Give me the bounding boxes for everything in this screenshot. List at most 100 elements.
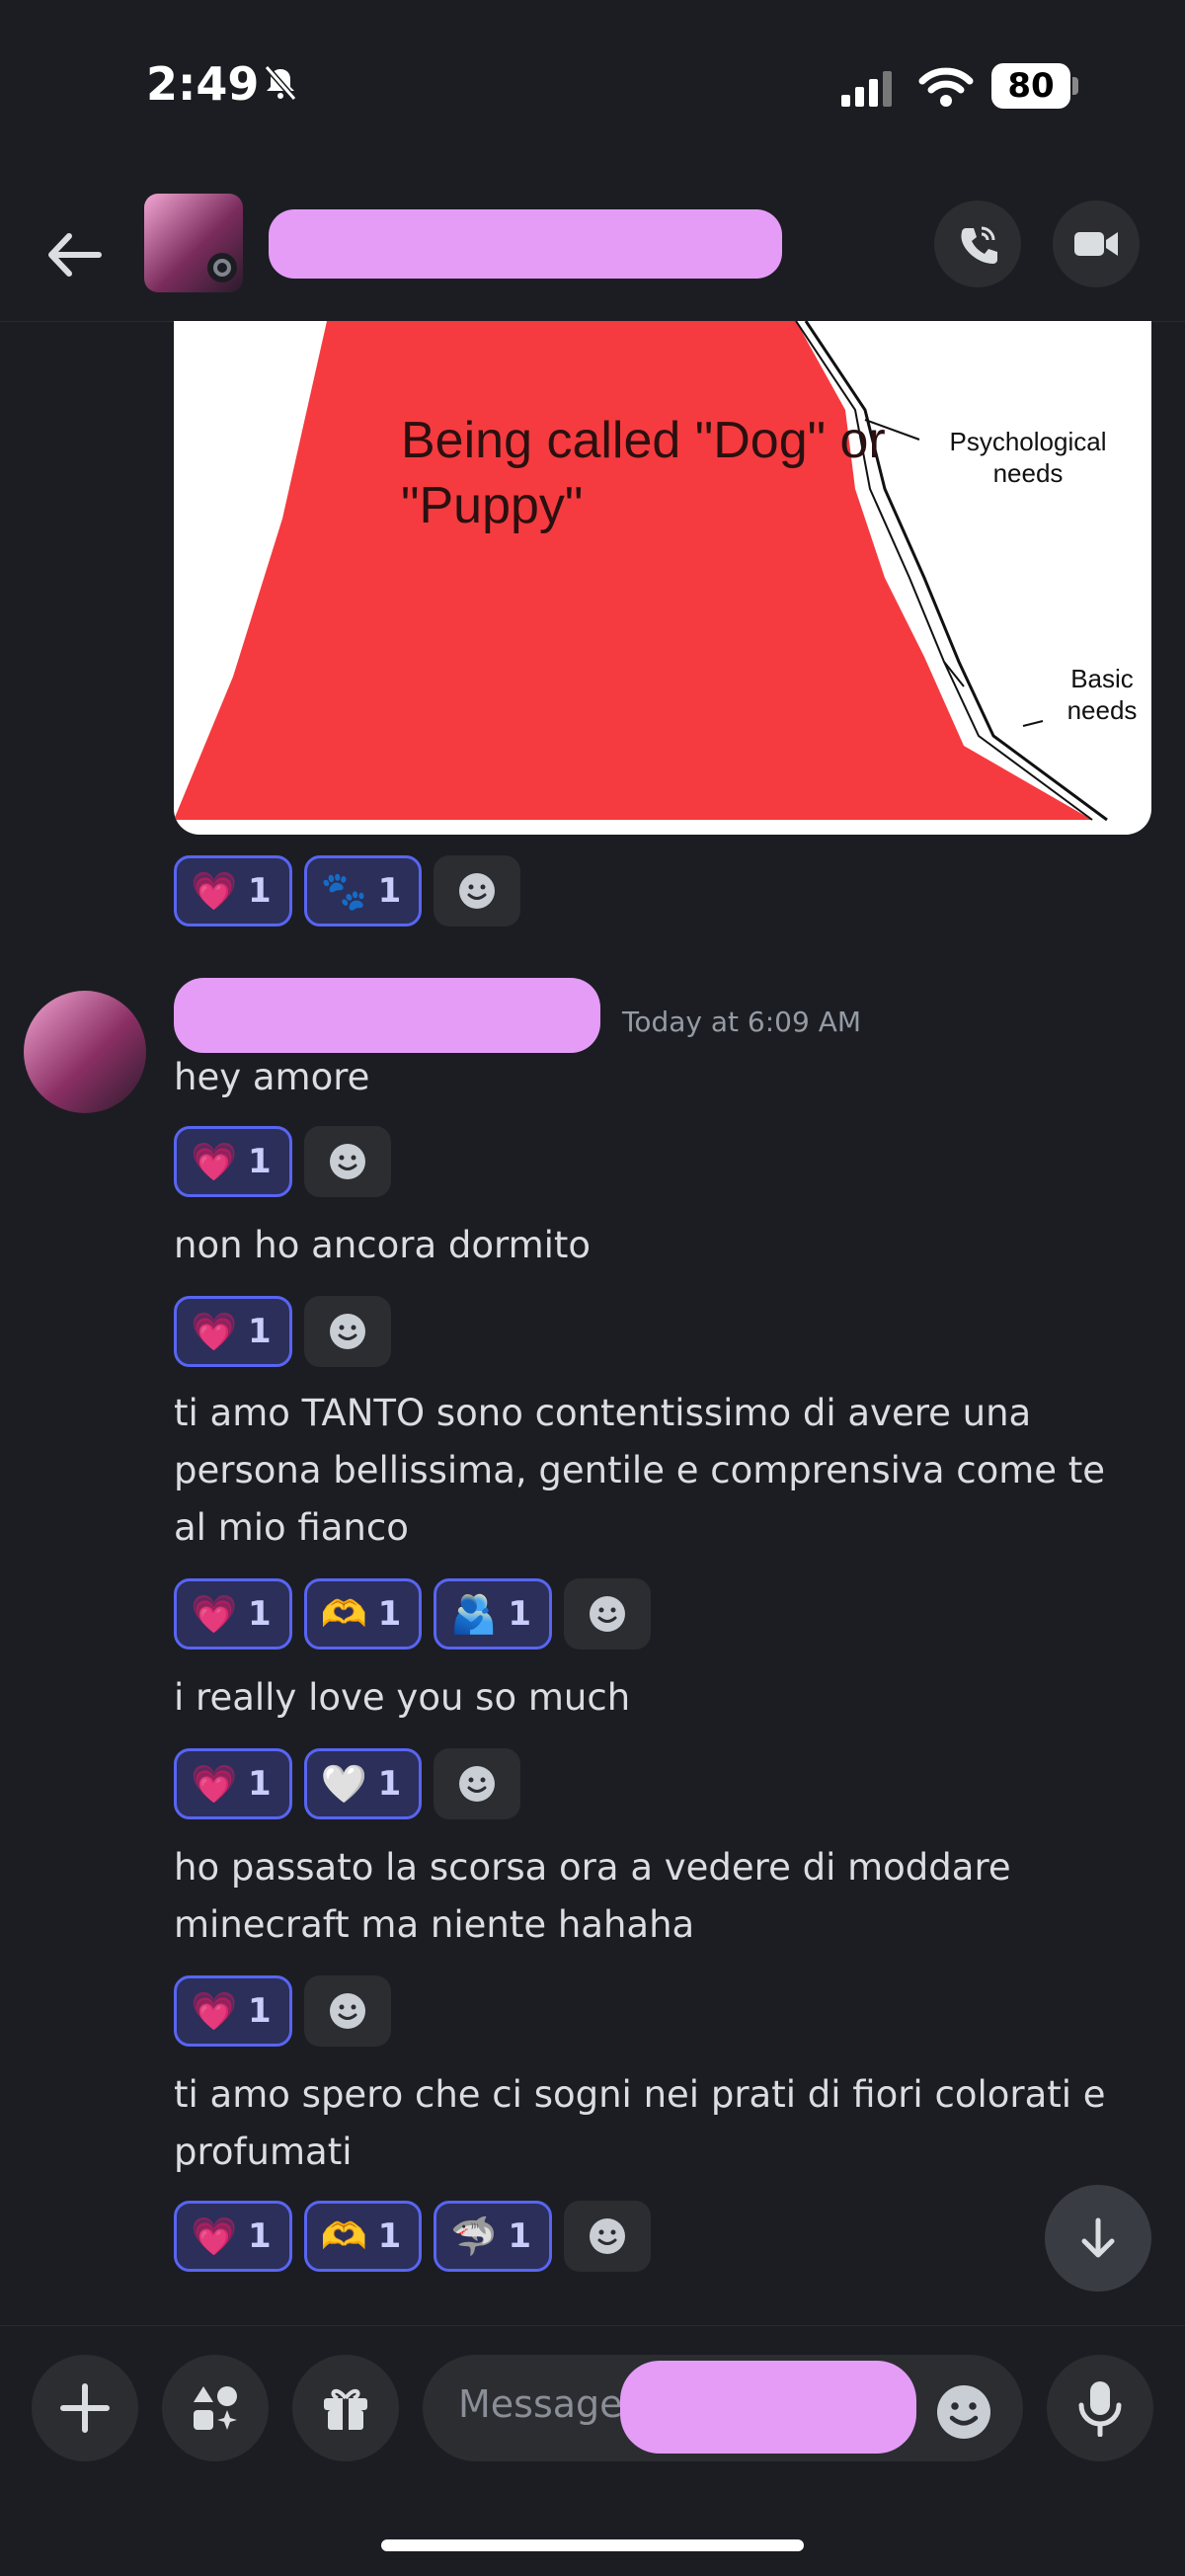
reaction-pill[interactable]: 💗 1 (174, 1578, 292, 1650)
author-avatar[interactable] (24, 991, 146, 1113)
meme-label-psychological: Psychological needs (949, 427, 1107, 488)
reaction-emoji: 🫶 (320, 2214, 367, 2258)
back-arrow-icon[interactable] (43, 230, 103, 280)
reaction-pill[interactable]: 💗 1 (174, 855, 292, 926)
message-text: i really love you so much (174, 1676, 631, 1719)
reaction-pill[interactable]: 🦈 1 (434, 2201, 553, 2272)
status-bar: 2:49 80 (0, 0, 1185, 173)
author-name-redacted[interactable] (174, 978, 600, 1053)
placeholder-recipient-redacted (620, 2361, 916, 2454)
message-timestamp: Today at 6:09 AM (622, 1006, 862, 1038)
voice-call-button[interactable] (934, 201, 1021, 287)
reaction-pill[interactable]: 🐾 1 (303, 855, 423, 926)
add-reaction-button[interactable] (564, 1578, 652, 1650)
reaction-emoji: 💗 (191, 1761, 238, 1806)
reaction-emoji: 🫶 (320, 1591, 367, 1636)
smiley-icon (590, 1596, 626, 1632)
reaction-bar: 💗 1 (174, 1975, 391, 2047)
microphone-icon (1078, 2381, 1122, 2437)
message-text: ho passato la scorsa ora a vedere di mod… (174, 1846, 1011, 1946)
reaction-pill[interactable]: 🫶 1 (303, 2201, 423, 2272)
reaction-bar: 💗 1 🤍 1 (174, 1748, 521, 1819)
reaction-count: 1 (377, 1764, 402, 1804)
add-reaction-button[interactable] (564, 2201, 652, 2272)
emoji-picker-button[interactable] (934, 2382, 993, 2442)
smiley-icon (329, 1144, 365, 1179)
add-reaction-button[interactable] (434, 1748, 521, 1819)
reaction-count: 1 (377, 2216, 402, 2256)
wifi-icon (918, 67, 974, 107)
reaction-pill[interactable]: 💗 1 (174, 1126, 292, 1197)
reaction-count: 1 (248, 1764, 272, 1804)
reaction-pill[interactable]: 💗 1 (174, 1975, 292, 2047)
arrow-down-icon (1081, 2217, 1115, 2258)
smiley-icon (937, 2385, 990, 2439)
message-text: ti amo spero che ci sogni nei prati di f… (174, 2073, 1106, 2173)
jump-to-latest-button[interactable] (1045, 2185, 1151, 2292)
smiley-icon (459, 1766, 496, 1802)
reaction-bar: 💗 1 🫶 1 🫂 1 (174, 1578, 652, 1650)
message-text: ti amo TANTO sono contentissimo di avere… (174, 1392, 1106, 1549)
message-text: hey amore (174, 1056, 370, 1098)
meme-caption: Being called "Dog" or "Puppy" (401, 412, 886, 534)
smiley-icon (459, 873, 496, 909)
gift-icon (324, 2388, 367, 2430)
smiley-icon (590, 2218, 626, 2254)
reaction-emoji: 💗 (191, 2214, 238, 2258)
reaction-emoji: 💗 (191, 868, 238, 913)
pyramid-graphic (174, 321, 1108, 822)
reaction-bar: 💗 1 🫶 1 🦈 1 (174, 2201, 652, 2272)
battery-tip (1072, 77, 1078, 95)
reaction-pill[interactable]: 💗 1 (174, 2201, 292, 2272)
reaction-pill[interactable]: 🤍 1 (303, 1748, 423, 1819)
reaction-bar-meme: 💗 1 🐾 1 (174, 855, 521, 926)
apps-icon (194, 2386, 237, 2430)
reaction-count: 1 (248, 2216, 272, 2256)
reaction-count: 1 (248, 1991, 272, 2031)
smiley-icon (329, 1993, 365, 2029)
reaction-pill[interactable]: 💗 1 (174, 1748, 292, 1819)
video-camera-icon (1074, 232, 1118, 256)
voice-message-button[interactable] (1047, 2355, 1153, 2461)
recipient-name-redacted[interactable] (269, 209, 782, 279)
reaction-count: 1 (248, 1594, 272, 1634)
home-indicator (381, 2539, 804, 2551)
reaction-emoji: 🦈 (450, 2214, 498, 2258)
message-input-placeholder: Message (458, 2382, 623, 2426)
gift-button[interactable] (292, 2355, 399, 2461)
add-reaction-button[interactable] (434, 855, 521, 926)
reaction-pill[interactable]: 💗 1 (174, 1296, 292, 1367)
smiley-icon (329, 1314, 365, 1349)
reaction-count: 1 (377, 871, 402, 911)
reaction-emoji: 💗 (191, 1309, 238, 1353)
cell-signal-icon (841, 71, 892, 107)
reaction-emoji: 💗 (191, 1139, 238, 1183)
plus-icon (60, 2383, 110, 2433)
reaction-pill[interactable]: 🫶 1 (303, 1578, 423, 1650)
reaction-count: 1 (508, 1594, 532, 1634)
add-reaction-button[interactable] (303, 1126, 391, 1197)
reaction-count: 1 (248, 1142, 272, 1181)
meme-image[interactable]: Being called "Dog" or "Puppy" Psychologi… (174, 321, 1151, 835)
add-reaction-button[interactable] (303, 1975, 391, 2047)
reaction-emoji: 🤍 (320, 1761, 367, 1806)
reaction-count: 1 (377, 1594, 402, 1634)
reaction-emoji: 💗 (191, 1591, 238, 1636)
add-reaction-button[interactable] (303, 1296, 391, 1367)
reaction-bar: 💗 1 (174, 1126, 391, 1197)
attach-button[interactable] (32, 2355, 138, 2461)
reaction-count: 1 (248, 871, 272, 911)
reaction-count: 1 (508, 2216, 532, 2256)
status-time: 2:49 (146, 57, 260, 111)
reaction-pill[interactable]: 🫂 1 (434, 1578, 553, 1650)
reaction-emoji: 🐾 (320, 868, 367, 913)
meme-label-basic: Basic needs (1066, 664, 1138, 725)
reaction-emoji: 🫂 (450, 1591, 498, 1636)
apps-button[interactable] (162, 2355, 269, 2461)
video-call-button[interactable] (1053, 201, 1140, 287)
bell-muted-icon (264, 65, 297, 101)
reaction-bar: 💗 1 (174, 1296, 391, 1367)
battery-indicator: 80 (991, 63, 1070, 109)
reaction-count: 1 (248, 1312, 272, 1351)
message-text: non ho ancora dormito (174, 1224, 592, 1266)
